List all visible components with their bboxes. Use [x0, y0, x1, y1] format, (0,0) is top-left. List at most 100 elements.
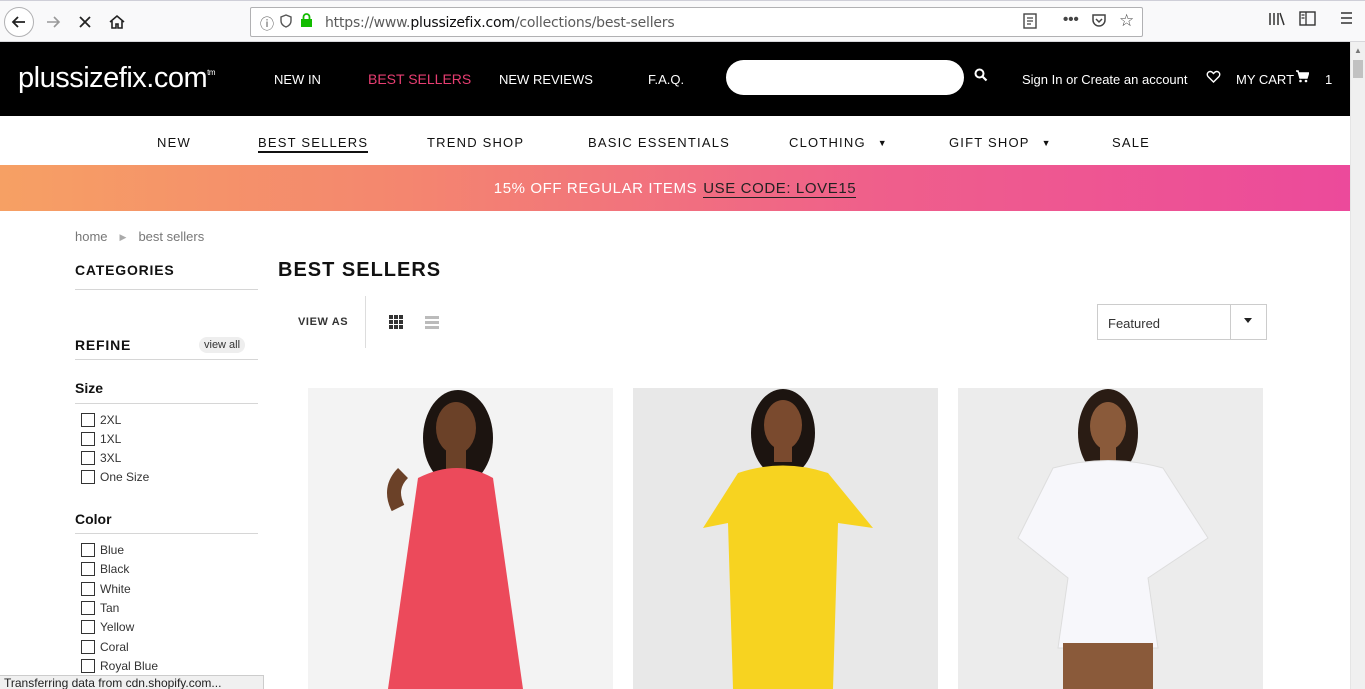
- menu-icon[interactable]: [1340, 11, 1353, 30]
- nav-clothing-label: CLOTHING: [789, 135, 866, 150]
- color-option[interactable]: Tan: [81, 600, 120, 615]
- nav-new[interactable]: NEW: [157, 135, 191, 150]
- color-option-label: Black: [100, 562, 130, 577]
- top-nav-new-reviews[interactable]: NEW REVIEWS: [499, 72, 593, 87]
- color-option[interactable]: Coral: [81, 639, 129, 654]
- product-card[interactable]: [633, 388, 938, 689]
- size-option[interactable]: 2XL: [81, 413, 121, 427]
- checkbox[interactable]: [81, 451, 95, 465]
- divider: [75, 359, 258, 360]
- promo-offer: 15% OFF REGULAR ITEMS: [493, 180, 698, 197]
- color-option[interactable]: White: [81, 581, 131, 596]
- page-scrollbar[interactable]: ▲: [1350, 42, 1365, 689]
- checkbox[interactable]: [81, 581, 95, 596]
- size-option[interactable]: 3XL: [81, 451, 121, 465]
- chevron-down-icon: ▼: [877, 138, 888, 148]
- stop-icon: [79, 16, 91, 28]
- size-option-label: 3XL: [100, 451, 122, 465]
- nav-clothing[interactable]: CLOTHING ▼: [789, 135, 888, 150]
- top-nav-faq[interactable]: F.A.Q.: [648, 72, 684, 87]
- checkbox[interactable]: [81, 543, 95, 557]
- sort-selected-value: Featured: [1108, 316, 1161, 331]
- top-nav-best-sellers[interactable]: BEST SELLERS: [368, 71, 471, 87]
- page-actions-icon[interactable]: •••: [1063, 11, 1079, 28]
- product-card[interactable]: [308, 388, 613, 689]
- size-option[interactable]: 1XL: [81, 432, 121, 446]
- search-icon[interactable]: [974, 68, 990, 84]
- forward-button[interactable]: [38, 7, 68, 37]
- url-text: https://www.plussizefix.com/collections/…: [325, 15, 675, 31]
- categories-heading: CATEGORIES: [75, 262, 175, 278]
- color-option-label: Yellow: [100, 620, 135, 635]
- reader-view-icon[interactable]: [1023, 13, 1037, 33]
- lock-icon[interactable]: [300, 13, 313, 31]
- checkbox[interactable]: [81, 600, 95, 615]
- checkbox[interactable]: [81, 658, 95, 673]
- page-title: BEST SELLERS: [278, 259, 442, 281]
- main-navigation: NEW BEST SELLERS TREND SHOP BASIC ESSENT…: [0, 116, 1350, 165]
- back-arrow-icon: [11, 16, 25, 28]
- nav-basic-essentials[interactable]: BASIC ESSENTIALS: [588, 135, 730, 150]
- divider: [75, 289, 258, 290]
- size-option-label: 2XL: [100, 413, 122, 427]
- refine-heading: REFINE: [75, 337, 132, 353]
- bookmark-star-icon[interactable]: ☆: [1119, 11, 1134, 31]
- checkbox[interactable]: [81, 432, 95, 446]
- caret-down-icon: [1244, 318, 1252, 323]
- checkbox[interactable]: [81, 639, 95, 654]
- divider: [75, 403, 258, 404]
- wishlist-heart-icon[interactable]: [1206, 70, 1221, 87]
- color-option[interactable]: Black: [81, 562, 130, 577]
- nav-gift-shop[interactable]: GIFT SHOP ▼: [949, 135, 1052, 150]
- sidebar-toggle-icon[interactable]: [1299, 11, 1316, 31]
- color-option[interactable]: Royal Blue: [81, 658, 158, 673]
- back-button[interactable]: [4, 7, 34, 37]
- site-logo[interactable]: plussizefix.comtm: [18, 62, 216, 95]
- search-input[interactable]: [726, 60, 964, 95]
- checkbox[interactable]: [81, 413, 95, 427]
- color-option[interactable]: Blue: [81, 543, 124, 557]
- view-all-button[interactable]: view all: [199, 337, 246, 353]
- checkbox[interactable]: [81, 470, 95, 484]
- scroll-thumb[interactable]: [1353, 60, 1363, 78]
- chevron-down-icon: ▼: [1041, 138, 1052, 148]
- forward-arrow-icon: [47, 16, 61, 28]
- product-image: [387, 390, 523, 689]
- breadcrumb: home ▶ best sellers: [75, 229, 204, 244]
- nav-best-sellers[interactable]: BEST SELLERS: [258, 135, 369, 153]
- tracking-shield-icon[interactable]: [280, 14, 292, 31]
- breadcrumb-current: best sellers: [138, 229, 205, 244]
- size-option-label: One Size: [100, 470, 150, 484]
- size-option[interactable]: One Size: [81, 470, 149, 484]
- sort-dropdown-toggle[interactable]: [1230, 305, 1266, 339]
- library-icon[interactable]: [1268, 11, 1286, 32]
- home-icon: [109, 14, 125, 29]
- promo-code-link[interactable]: USE CODE: LOVE15: [703, 180, 857, 198]
- cart-count: 1: [1325, 72, 1333, 87]
- checkbox[interactable]: [81, 620, 95, 635]
- color-option-label: White: [100, 581, 131, 596]
- list-view-icon[interactable]: [425, 316, 439, 329]
- sort-dropdown[interactable]: Featured: [1097, 304, 1267, 340]
- color-option[interactable]: Yellow: [81, 620, 135, 635]
- home-button[interactable]: [102, 7, 132, 37]
- promo-text: 15% OFF REGULAR ITEMS USE CODE: LOVE15: [0, 180, 1350, 198]
- nav-trend-shop[interactable]: TREND SHOP: [427, 135, 524, 150]
- product-card[interactable]: [958, 388, 1263, 689]
- account-link[interactable]: Sign In or Create an account: [1022, 72, 1188, 87]
- color-option-label: Tan: [100, 600, 120, 615]
- stop-button[interactable]: [70, 7, 100, 37]
- nav-sale[interactable]: SALE: [1112, 135, 1150, 150]
- pocket-icon[interactable]: [1091, 13, 1107, 32]
- info-icon[interactable]: ⓘ: [260, 14, 274, 34]
- top-nav-new-in[interactable]: NEW IN: [274, 72, 321, 87]
- cart-link[interactable]: MY CART: [1236, 72, 1294, 87]
- address-bar[interactable]: ⓘ https://www.plussizefix.com/collection…: [250, 7, 1143, 37]
- checkbox[interactable]: [81, 562, 95, 577]
- breadcrumb-home[interactable]: home: [75, 229, 108, 244]
- scroll-up-arrow-icon[interactable]: ▲: [1354, 46, 1362, 55]
- grid-view-icon[interactable]: [389, 315, 403, 329]
- cart-icon[interactable]: [1295, 70, 1310, 86]
- divider: [75, 533, 258, 534]
- color-filter-title: Color: [75, 511, 112, 527]
